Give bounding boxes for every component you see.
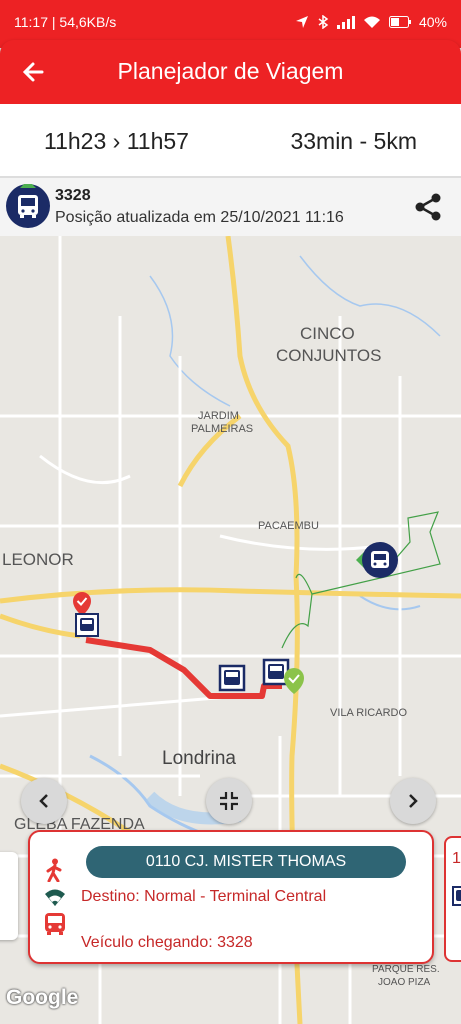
route-info-card[interactable]: 0110 CJ. MISTER THOMAS Destino: Normal -…	[28, 830, 434, 964]
chevron-left-icon	[39, 794, 48, 808]
trip-summary: 11h23 › 11h57 33min - 5km	[0, 104, 461, 178]
collapse-button[interactable]	[206, 778, 252, 824]
trip-times: 11h23 › 11h57	[44, 128, 189, 154]
map-label-palmeiras: PALMEIRAS	[191, 423, 254, 435]
destination-text: Destino: Normal - Terminal Central	[81, 888, 327, 905]
share-button[interactable]	[413, 192, 443, 222]
location-icon	[295, 16, 308, 28]
vehicle-arriving-text: Veículo chegando: 3328	[81, 934, 253, 951]
wifi-signal-icon	[45, 889, 65, 906]
battery-icon	[388, 16, 411, 28]
map-label-vila-ricardo: VILA RICARDO	[330, 707, 408, 719]
bus-icon	[18, 180, 38, 218]
bus-icon	[45, 913, 65, 935]
trip-duration-distance: 33min - 5km	[290, 128, 417, 154]
walking-person-icon	[46, 858, 62, 882]
map-label-pacaembu: PACAEMBU	[258, 520, 319, 532]
bluetooth-icon	[318, 15, 329, 29]
map-label-londrina: Londrina	[162, 748, 236, 769]
chevron-right-icon	[409, 794, 418, 808]
share-icon	[415, 193, 441, 221]
next-card-text: 11	[452, 850, 461, 867]
wifi-icon	[363, 16, 380, 28]
next-button[interactable]	[390, 778, 436, 824]
vehicle-bus-marker[interactable]	[356, 540, 402, 580]
origin-stop-marker[interactable]	[70, 592, 104, 644]
vehicle-number: 3328	[55, 187, 91, 204]
battery-level: 40%	[418, 14, 447, 30]
prev-button[interactable]	[21, 778, 67, 824]
collapse-icon	[220, 792, 238, 810]
status-icons: 40%	[295, 14, 447, 30]
status-time: 11:17 | 54,6KB/s	[14, 14, 117, 30]
map-label-conjuntos: CONJUNTOS	[276, 346, 382, 365]
map-label-leonor: LEONOR	[2, 550, 74, 569]
map-label-cinco: CINCO	[300, 324, 355, 343]
position-updated: Posição atualizada em 25/10/2021 11:16	[55, 209, 344, 226]
vehicle-info-bar: 3328 Posição atualizada em 25/10/2021 11…	[0, 178, 461, 236]
signal-icon	[336, 16, 355, 29]
stop-marker[interactable]	[218, 664, 246, 692]
google-attribution: Google	[6, 986, 79, 1009]
map-label-jardim: JARDIM	[198, 410, 239, 422]
page-title: Planejador de Viagem	[117, 58, 344, 84]
destination-stop-marker[interactable]	[262, 656, 308, 696]
bus-badge	[6, 180, 50, 228]
next-card-peek[interactable]: 11	[444, 836, 461, 962]
app-bar: Planejador de Viagem	[0, 40, 461, 104]
map-label-joao-piza: JOAO PIZA	[378, 977, 431, 988]
route-name-badge: 0110 CJ. MISTER THOMAS	[86, 846, 406, 878]
previous-card-peek[interactable]	[0, 852, 18, 940]
map-label-parque-res: PARQUE RES.	[372, 964, 440, 975]
bus-icon	[452, 886, 461, 906]
